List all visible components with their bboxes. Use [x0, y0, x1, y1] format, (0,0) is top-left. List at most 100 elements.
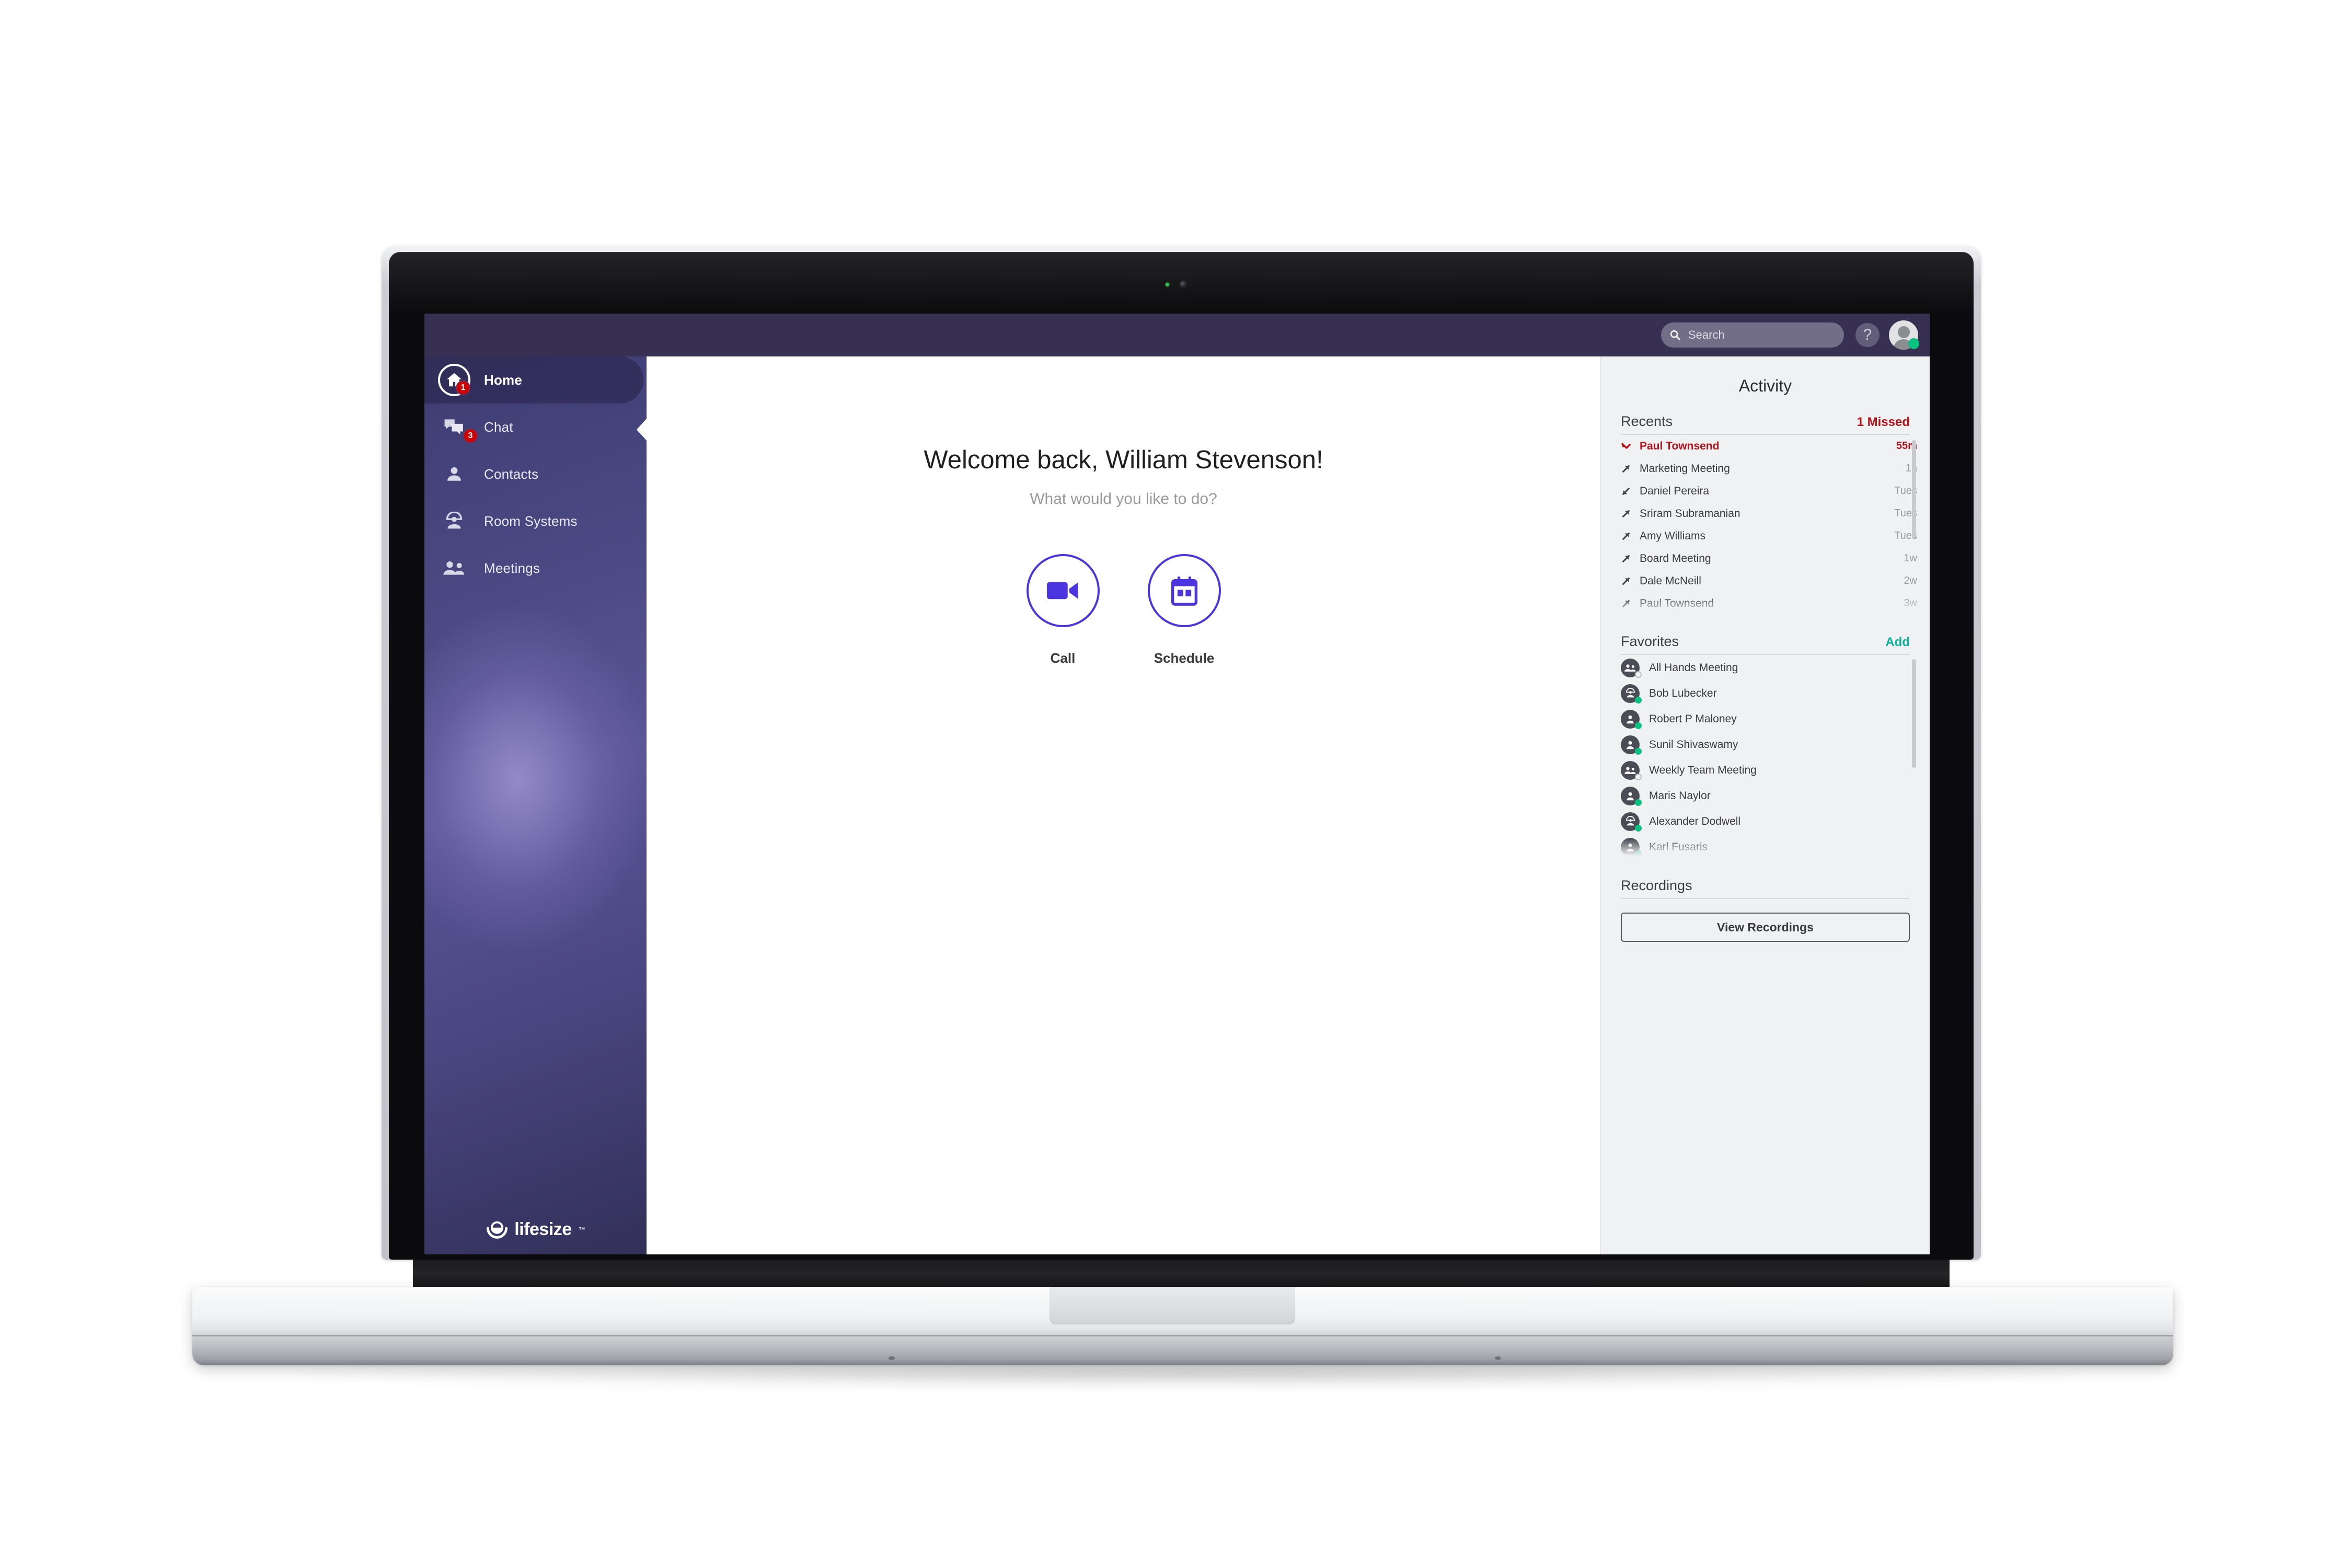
recent-call-row[interactable]: Amy Williams Tues	[1621, 525, 1917, 547]
recent-call-time: 1w	[1904, 552, 1917, 564]
favorite-name: Weekly Team Meeting	[1649, 764, 1757, 776]
lifesize-mark-icon	[487, 1221, 508, 1239]
recent-call-row[interactable]: Daniel Pereira Tues	[1621, 480, 1917, 502]
person-icon	[1621, 735, 1642, 755]
favorites-header: Favorites Add	[1621, 633, 1910, 655]
favorite-row[interactable]: Alexander Dodwell	[1621, 809, 1917, 834]
calendar-icon	[1171, 577, 1197, 606]
recent-call-name: Sriram Subramanian	[1640, 507, 1740, 520]
laptop-base-notch	[1050, 1287, 1295, 1324]
recent-call-name: Daniel Pereira	[1640, 485, 1710, 497]
call-direction-outgoing-icon	[1621, 509, 1634, 519]
favorite-row[interactable]: Weekly Team Meeting	[1621, 757, 1917, 783]
group-icon	[1621, 760, 1642, 780]
favorite-row[interactable]: Robert P Maloney	[1621, 706, 1917, 732]
call-label: Call	[1050, 650, 1076, 666]
sidebar-item-meetings[interactable]: Meetings	[424, 545, 647, 592]
sidebar-item-home[interactable]: 1 Home	[424, 356, 643, 403]
app-header: ?	[424, 314, 1930, 356]
recent-call-row[interactable]: Paul Townsend 55m	[1621, 435, 1917, 457]
recent-call-row[interactable]: Board Meeting 1w	[1621, 547, 1917, 570]
presence-indicator-online	[1635, 799, 1642, 806]
home-icon-wrap: 1	[438, 364, 470, 396]
recent-call-row[interactable]: Marketing Meeting 1h	[1621, 457, 1917, 480]
recent-call-row[interactable]: Dale McNeill3w	[1621, 615, 1917, 617]
presence-indicator-online	[1635, 824, 1642, 832]
recents-header: Recents 1 Missed	[1621, 413, 1910, 435]
recent-call-name: Board Meeting	[1640, 552, 1711, 564]
recents-scrollbar-thumb[interactable]	[1912, 440, 1916, 538]
lifesize-wordmark: lifesize	[514, 1219, 572, 1239]
activity-panel-title: Activity	[1738, 376, 1792, 395]
meetings-icon	[443, 561, 465, 575]
sidebar-item-label-chat: Chat	[484, 419, 513, 435]
chat-icon-wrap: 3	[438, 411, 478, 443]
quick-actions: Call Schedule	[647, 554, 1600, 666]
sidebar-item-label-room-systems: Room Systems	[484, 513, 578, 529]
meetings-icon-wrap	[438, 552, 470, 584]
recent-call-row[interactable]: Dale McNeill 2w	[1621, 570, 1917, 592]
schedule-action[interactable]: Schedule	[1147, 554, 1221, 666]
sidebar-item-contacts[interactable]: Contacts	[424, 451, 647, 498]
group-icon	[1621, 658, 1642, 678]
user-avatar[interactable]	[1889, 320, 1919, 350]
search-input[interactable]	[1687, 328, 1825, 342]
recent-call-row[interactable]: Sriram Subramanian Tues	[1621, 502, 1917, 525]
favorite-row[interactable]: All Hands Meeting	[1621, 655, 1917, 681]
call-button[interactable]	[1026, 554, 1100, 627]
welcome-subtitle: What would you like to do?	[1030, 490, 1217, 508]
person-icon	[1621, 786, 1642, 806]
favorite-row[interactable]: Maris Naylor	[1621, 783, 1917, 809]
lifesize-logo: lifesize ™	[424, 1218, 647, 1241]
favorites-scrollbar-thumb[interactable]	[1912, 659, 1916, 768]
webcam-lens-icon	[1180, 281, 1186, 287]
recordings-title: Recordings	[1621, 878, 1692, 893]
recent-call-name: Amy Williams	[1640, 529, 1705, 542]
active-nav-pointer	[637, 418, 647, 441]
search-icon	[1670, 330, 1680, 340]
view-recordings-button[interactable]: View Recordings	[1621, 913, 1910, 942]
call-direction-outgoing-icon	[1621, 576, 1634, 586]
search-box[interactable]	[1661, 322, 1844, 348]
missed-calls-badge: 1 Missed	[1857, 415, 1910, 429]
favorite-row[interactable]: Bob Lubecker	[1621, 681, 1917, 706]
recent-call-row[interactable]: Paul Townsend 3w	[1621, 592, 1917, 615]
recent-call-name: Paul Townsend	[1640, 597, 1714, 609]
sidebar-item-room-systems[interactable]: Room Systems	[424, 498, 647, 545]
recent-call-name: Marketing Meeting	[1640, 462, 1730, 475]
call-direction-outgoing-icon	[1621, 464, 1634, 474]
favorite-name: Karl Fusaris	[1649, 840, 1708, 853]
call-action[interactable]: Call	[1026, 554, 1100, 666]
favorite-name: All Hands Meeting	[1649, 661, 1738, 674]
laptop-mockup: ? 1 Home	[0, 0, 2352, 1568]
sidebar-nav: 1 Home 3 Chat Contacts Room Systems Meet…	[424, 356, 647, 1254]
contacts-icon-wrap	[438, 458, 470, 490]
recent-call-time: 2w	[1904, 575, 1917, 586]
presence-indicator-offline	[1635, 773, 1642, 780]
sidebar-item-label-contacts: Contacts	[484, 466, 539, 482]
schedule-button[interactable]	[1147, 554, 1221, 627]
sidebar-item-chat[interactable]: 3 Chat	[424, 403, 647, 451]
chat-icon	[444, 419, 463, 434]
sidebar-item-label-home: Home	[484, 372, 523, 388]
presence-indicator-online	[1908, 338, 1919, 349]
sidebar-item-label-meetings: Meetings	[484, 560, 540, 576]
call-direction-outgoing-icon	[1621, 598, 1634, 609]
favorite-name: Alexander Dodwell	[1649, 815, 1741, 827]
recent-call-time: 3w	[1904, 597, 1917, 609]
favorites-list[interactable]: All Hands Meeting Bob Lubecker Robert P Ma…	[1621, 655, 1917, 859]
call-direction-missed-icon	[1621, 441, 1634, 452]
recent-call-name: Paul Townsend	[1640, 440, 1720, 452]
application-screen: ? 1 Home	[424, 314, 1930, 1254]
presence-indicator-online	[1635, 747, 1642, 755]
help-icon[interactable]: ?	[1855, 323, 1880, 347]
favorite-row[interactable]: Karl Fusaris	[1621, 834, 1917, 859]
recents-list[interactable]: Paul Townsend 55m Marketing Meeting 1h Danie…	[1621, 435, 1917, 617]
favorite-row[interactable]: Sunil Shivaswamy	[1621, 732, 1917, 757]
add-favorite-button[interactable]: Add	[1885, 635, 1910, 650]
favorite-name: Bob Lubecker	[1649, 687, 1717, 699]
webcam-led-icon	[1165, 282, 1170, 287]
presence-indicator-online	[1635, 696, 1642, 704]
call-direction-outgoing-icon	[1621, 531, 1634, 541]
welcome-title: Welcome back, William Stevenson!	[924, 446, 1323, 474]
